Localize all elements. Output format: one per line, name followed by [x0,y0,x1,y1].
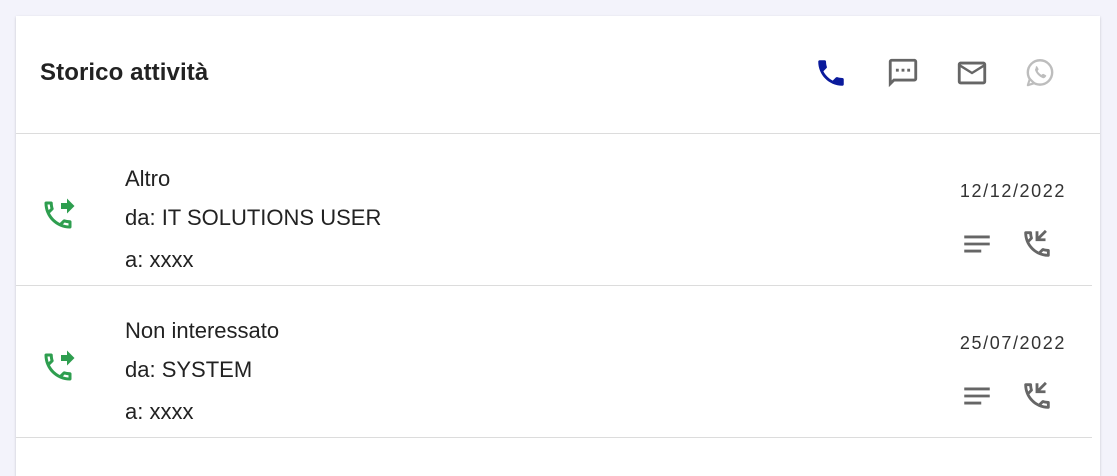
outgoing-call-icon [40,197,76,233]
call-back-button[interactable] [1020,227,1054,261]
mail-filter-button[interactable] [955,56,989,90]
notes-button[interactable] [960,379,994,413]
whatsapp-filter-button[interactable] [1023,56,1057,90]
sms-filter-button[interactable] [886,56,920,90]
card-header: Storico attività [16,16,1100,134]
call-back-button[interactable] [1020,379,1054,413]
notes-icon [964,387,990,405]
activity-date: 25/07/2022 [959,333,1066,353]
activity-to: a: xxxx [125,247,194,272]
activity-from: da: IT SOLUTIONS USER [125,205,382,230]
notes-icon [964,235,990,253]
activity-row[interactable]: Non interessato da: SYSTEM a: xxxx 25/07… [16,286,1092,438]
activity-outcome: Non interessato [125,318,280,343]
activity-date: 12/12/2022 [959,181,1066,201]
incoming-call-icon [1024,381,1050,409]
notes-button[interactable] [960,227,994,261]
activity-from: da: SYSTEM [125,357,253,382]
sms-icon [888,58,918,88]
activity-to: a: xxxx [125,399,194,424]
page-title: Storico attività [40,59,209,86]
activity-history-card: Storico attività Altro da: IT SOLUTIONS … [16,16,1100,476]
activity-outcome: Altro [125,166,171,191]
whatsapp-icon [1026,59,1054,87]
mail-icon [957,61,987,85]
phone-filter-button[interactable] [814,56,848,90]
incoming-call-icon [1024,229,1050,257]
phone-icon [818,60,844,86]
activity-row[interactable]: Altro da: IT SOLUTIONS USER a: xxxx 12/1… [16,134,1092,286]
outgoing-call-icon [40,349,76,385]
